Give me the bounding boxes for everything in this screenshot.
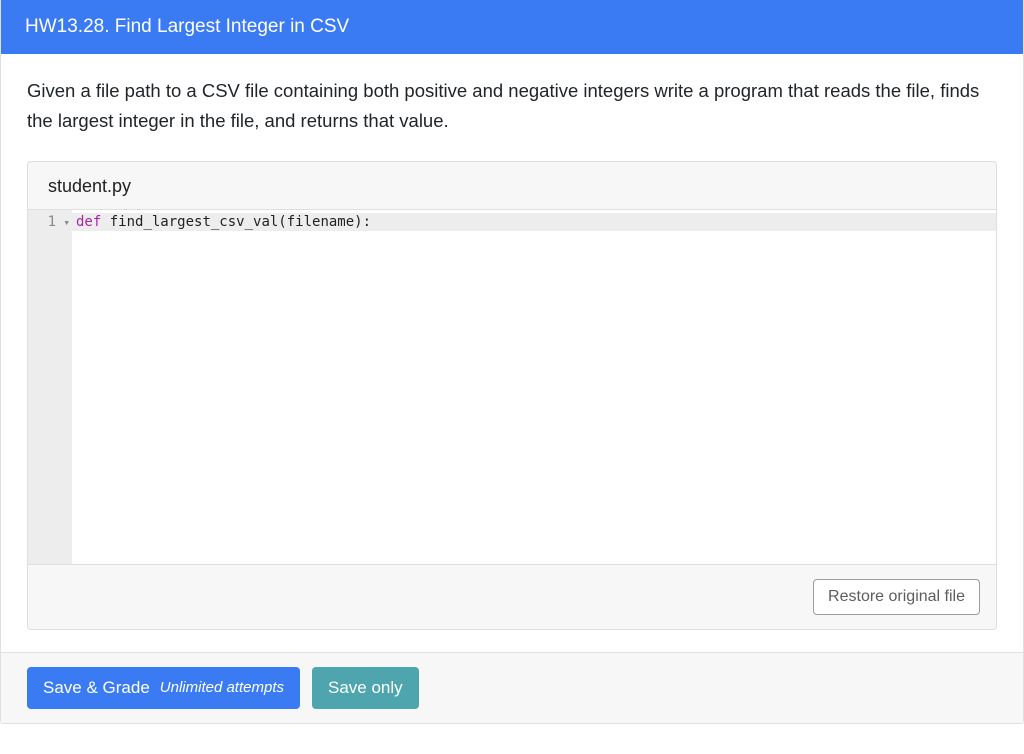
save-only-button[interactable]: Save only: [312, 667, 419, 709]
fold-marker-icon[interactable]: ▾: [63, 214, 70, 232]
save-grade-label: Save & Grade: [43, 677, 150, 699]
card-body: Given a file path to a CSV file containi…: [1, 54, 1023, 652]
editor-footer: Restore original file: [28, 565, 996, 629]
card-header: HW13.28. Find Largest Integer in CSV: [1, 0, 1023, 54]
filename-tab[interactable]: student.py: [48, 176, 131, 196]
question-title: HW13.28. Find Largest Integer in CSV: [25, 16, 349, 37]
editor-gutter: 1 ▾: [28, 210, 72, 564]
gutter-line: 1 ▾: [28, 213, 72, 231]
save-and-grade-button[interactable]: Save & Grade Unlimited attempts: [27, 667, 300, 709]
question-card: HW13.28. Find Largest Integer in CSV Giv…: [0, 0, 1024, 724]
line-number: 1: [48, 214, 56, 230]
code-token: find_largest_csv_val(filename):: [101, 214, 371, 230]
keyword-token: def: [76, 214, 101, 230]
code-editor[interactable]: 1 ▾ def find_largest_csv_val(filename):: [28, 209, 996, 565]
code-line[interactable]: def find_largest_csv_val(filename):: [72, 213, 996, 231]
restore-original-button[interactable]: Restore original file: [813, 579, 980, 615]
editor-tab-bar: student.py: [28, 162, 996, 209]
editor-panel: student.py 1 ▾ def find_largest_csv_val(…: [27, 161, 997, 630]
question-prompt: Given a file path to a CSV file containi…: [27, 76, 997, 135]
card-footer: Save & Grade Unlimited attempts Save onl…: [1, 652, 1023, 723]
code-content[interactable]: def find_largest_csv_val(filename):: [72, 210, 996, 564]
attempts-label: Unlimited attempts: [160, 678, 284, 698]
